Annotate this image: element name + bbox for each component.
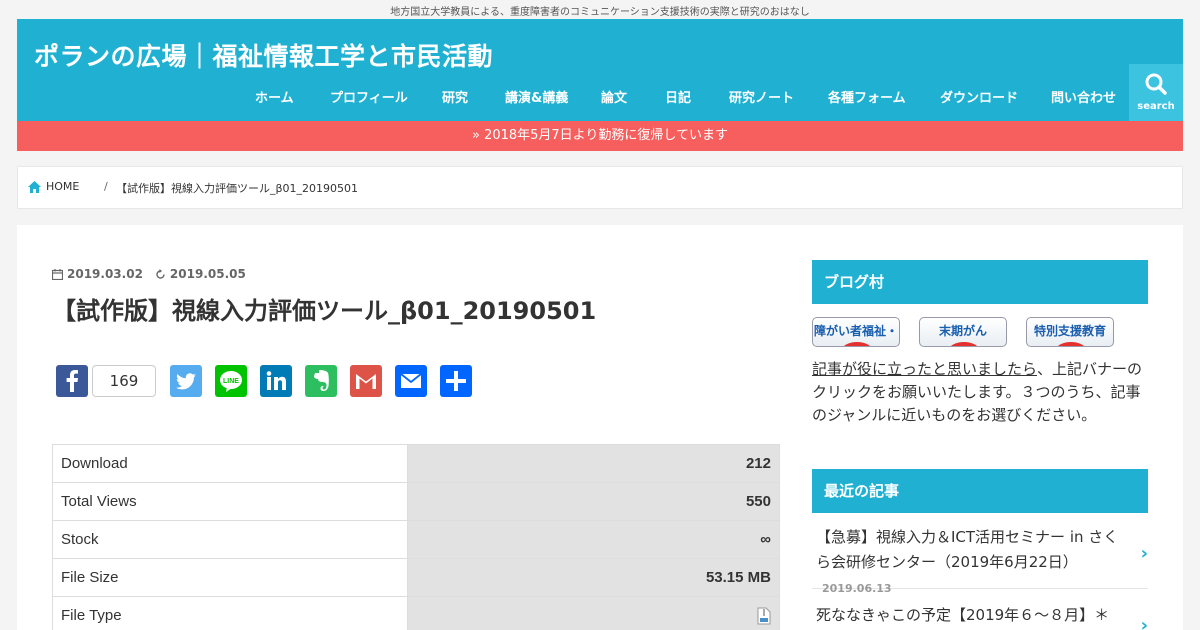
updated-date: 2019.05.05 [155, 267, 246, 281]
facebook-icon [66, 370, 78, 392]
chevron-right-icon: › [1140, 615, 1148, 630]
table-key: Stock [52, 520, 408, 559]
banner-welfare[interactable]: 障がい者福祉・介護 [812, 317, 900, 347]
global-nav: ホーム プロフィール 研究 講演&講義 論文 日記 研究ノート 各種フォーム ダ… [17, 87, 1129, 111]
table-key: File Size [52, 558, 408, 597]
email-share-button[interactable] [395, 365, 427, 397]
recent-post-text: 【急募】視線入力＆ICT活用セミナー in さくら会研修センター（2019年6月… [816, 525, 1128, 601]
site-title[interactable]: ポランの広場｜福祉情報工学と市民活動 [34, 37, 493, 73]
calendar-icon [52, 268, 63, 280]
published-date: 2019.03.02 [52, 267, 143, 281]
table-value [407, 596, 780, 630]
blogmura-widget-title: ブログ村 [812, 260, 1148, 304]
search-label: search [1137, 101, 1175, 112]
update-icon [156, 268, 165, 279]
addtoany-share-button[interactable] [440, 365, 472, 397]
table-key: Download [52, 444, 408, 483]
recent-post-item[interactable]: 【急募】視線入力＆ICT活用セミナー in さくら会研修センター（2019年6月… [812, 525, 1148, 595]
nav-item-lectures[interactable]: 講演&講義 [505, 87, 568, 106]
banner-terminal-cancer[interactable]: 末期がん [919, 317, 1007, 347]
nav-item-download[interactable]: ダウンロード [940, 87, 1018, 106]
content-area: 2019.03.02 2019.05.05 【試作版】視線入力評価ツール_β01… [17, 225, 1183, 630]
breadcrumb-home[interactable]: HOME [28, 180, 79, 193]
svg-text:LINE: LINE [223, 378, 239, 385]
banner-special-education[interactable]: 特別支援教育 [1026, 317, 1114, 347]
table-row: Download 212 [52, 444, 780, 483]
post-meta: 2019.03.02 2019.05.05 [52, 267, 246, 281]
nav-item-forms[interactable]: 各種フォーム [828, 87, 906, 106]
table-key: Total Views [52, 482, 408, 521]
table-row: Stock ∞ [52, 520, 780, 559]
nav-item-research-notes[interactable]: 研究ノート [729, 87, 794, 106]
facebook-share-count: 169 [92, 365, 156, 397]
facebook-share-button[interactable] [56, 365, 88, 397]
twitter-icon [175, 373, 196, 390]
breadcrumb: HOME / 【試作版】視線入力評価ツール_β01_20190501 [17, 166, 1183, 209]
gmail-icon [356, 374, 376, 389]
breadcrumb-current: 【試作版】視線入力評価ツール_β01_20190501 [116, 182, 359, 195]
notice-bar[interactable]: » 2018年5月7日より勤務に復帰しています [17, 121, 1183, 151]
nav-item-papers[interactable]: 論文 [601, 87, 627, 106]
table-row: Total Views 550 [52, 482, 780, 521]
table-row: File Size 53.15 MB [52, 558, 780, 597]
email-icon [400, 373, 422, 388]
gmail-share-button[interactable] [350, 365, 382, 397]
download-info-table: Download 212 Total Views 550 Stock ∞ Fil… [52, 444, 780, 630]
search-button[interactable]: search [1129, 64, 1183, 121]
line-share-button[interactable]: LINE [215, 365, 247, 397]
linkedin-icon [266, 371, 286, 390]
nav-item-home[interactable]: ホーム [255, 87, 294, 106]
table-value: 53.15 MB [407, 558, 780, 597]
home-icon [28, 180, 41, 193]
recent-post-title: 【急募】視線入力＆ICT活用セミナー in さくら会研修センター（2019年6月… [816, 528, 1119, 571]
linkedin-share-button[interactable] [260, 365, 292, 397]
recent-post-date: 2019.06.13 [822, 582, 892, 595]
recent-post-title: 死ななきゃこの予定【2019年６～８月】＊ [816, 606, 1110, 624]
line-icon: LINE [220, 371, 242, 392]
breadcrumb-separator: / [104, 180, 108, 193]
table-key: File Type [52, 596, 408, 630]
table-row: File Type [52, 596, 780, 630]
site-header: ポランの広場｜福祉情報工学と市民活動 ホーム プロフィール 研究 講演&講義 論… [17, 19, 1183, 121]
breadcrumb-home-label: HOME [46, 180, 80, 193]
table-value: 212 [407, 444, 780, 483]
chevron-right-icon: › [1140, 543, 1148, 564]
recent-post-item[interactable]: 死ななきゃこの予定【2019年６～８月】＊ › [812, 603, 1148, 630]
evernote-share-button[interactable] [305, 365, 337, 397]
recent-posts-title: 最近の記事 [812, 469, 1148, 513]
nav-item-research[interactable]: 研究 [442, 87, 468, 106]
blogmura-banners: 障がい者福祉・介護 末期がん 特別支援教育 [812, 317, 1148, 347]
zip-file-icon [757, 607, 771, 625]
nav-item-profile[interactable]: プロフィール [330, 87, 408, 106]
sidebar-message-link[interactable]: 記事が役に立ったと思いましたら [812, 360, 1037, 378]
sidebar-message: 記事が役に立ったと思いましたら、上記バナーのクリックをお願いいたします。３つのう… [812, 358, 1148, 427]
table-value: 550 [407, 482, 780, 521]
nav-item-diary[interactable]: 日記 [665, 87, 691, 106]
recent-post-text: 死ななきゃこの予定【2019年６～８月】＊ [816, 603, 1128, 628]
table-value: ∞ [407, 520, 780, 559]
site-tagline: 地方国立大学教員による、重度障害者のコミュニケーション支援技術の実際と研究のおは… [390, 7, 810, 18]
evernote-icon [314, 370, 329, 391]
share-buttons: 169 LINE [56, 365, 486, 399]
search-icon [1145, 73, 1167, 95]
plus-icon [446, 371, 466, 391]
updated-date-text: 2019.05.05 [169, 267, 246, 281]
published-date-text: 2019.03.02 [67, 267, 143, 281]
twitter-share-button[interactable] [170, 365, 202, 397]
post-title: 【試作版】視線入力評価ツール_β01_20190501 [52, 297, 597, 325]
nav-item-contact[interactable]: 問い合わせ [1051, 87, 1116, 106]
